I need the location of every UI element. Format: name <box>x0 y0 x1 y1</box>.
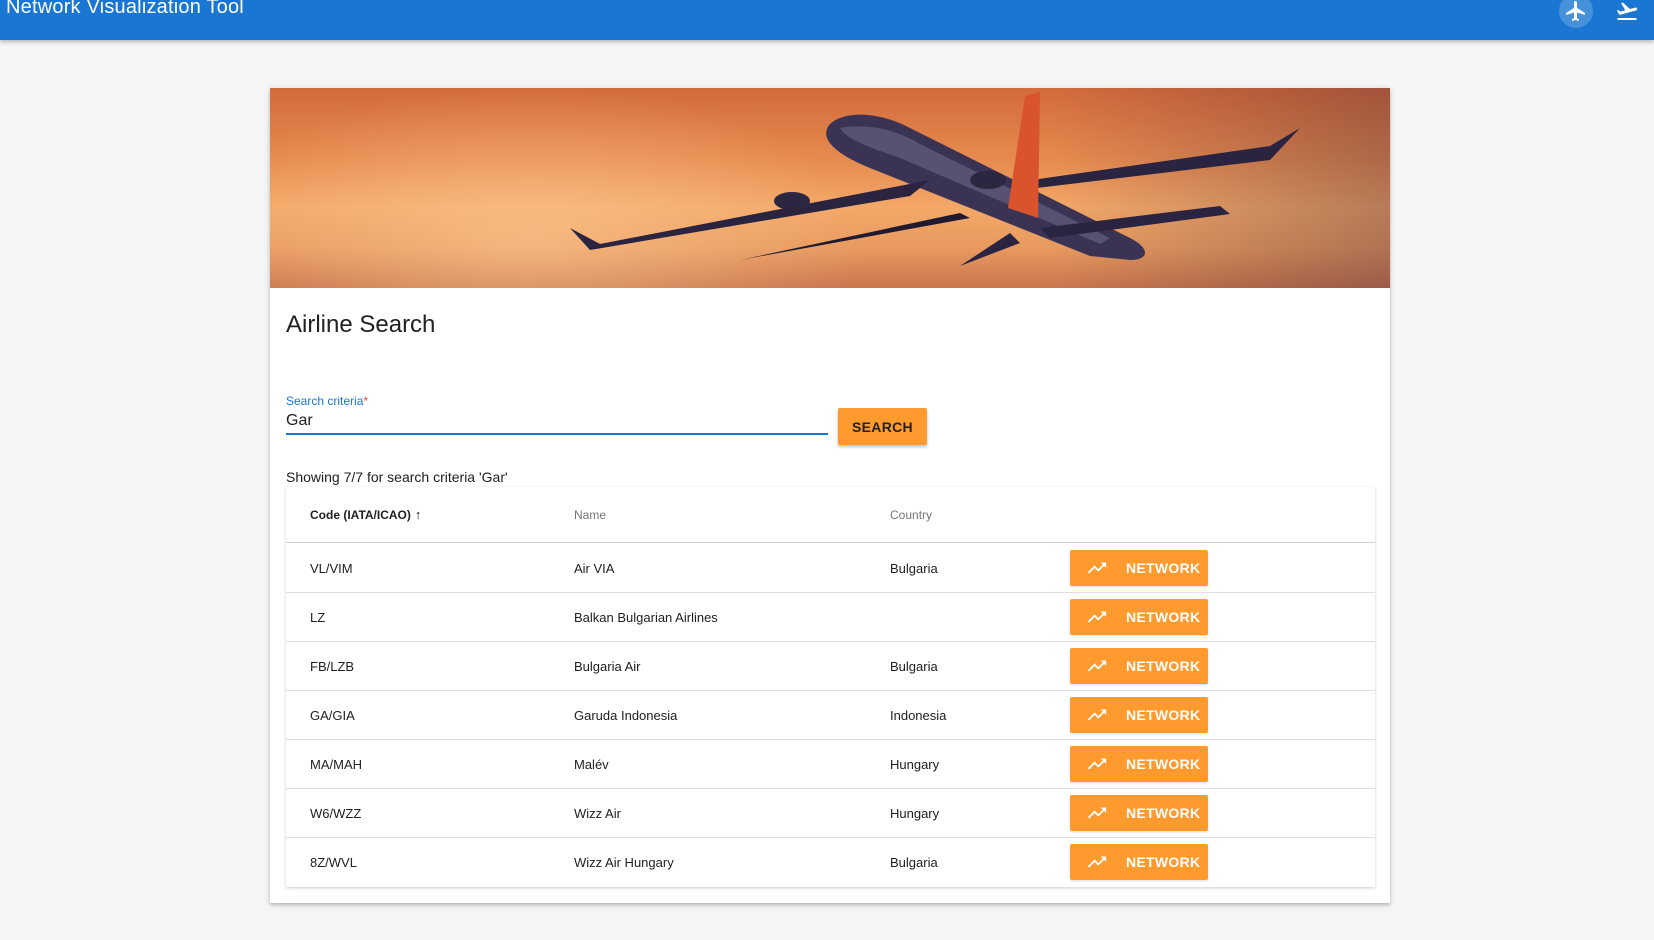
network-button-label: NETWORK <box>1126 609 1201 625</box>
network-button[interactable]: NETWORK <box>1070 746 1208 782</box>
cell-name: Balkan Bulgarian Airlines <box>574 610 718 625</box>
cell-country: Hungary <box>890 806 940 821</box>
column-header-code[interactable]: Code (IATA/ICAO) ↑ <box>310 508 421 522</box>
table-row: 8Z/WVL Wizz Air Hungary Bulgaria NETWORK <box>286 838 1375 887</box>
cell-country: Bulgaria <box>890 659 938 674</box>
search-button[interactable]: SEARCH <box>838 408 927 445</box>
network-button[interactable]: NETWORK <box>1070 550 1208 586</box>
network-button[interactable]: NETWORK <box>1070 844 1208 880</box>
hero-banner <box>270 88 1390 288</box>
cell-name: Air VIA <box>574 561 615 576</box>
results-summary: Showing 7/7 for search criteria 'Gar' <box>286 469 508 485</box>
cell-code: VL/VIM <box>310 561 353 576</box>
trending-up-icon <box>1086 752 1110 776</box>
cell-country: Bulgaria <box>890 561 938 576</box>
table-row: LZ Balkan Bulgarian Airlines NETWORK <box>286 593 1375 642</box>
cell-code: LZ <box>310 610 326 625</box>
trending-up-icon <box>1086 605 1110 629</box>
trending-up-icon <box>1086 703 1110 727</box>
network-button-label: NETWORK <box>1126 707 1201 723</box>
network-button[interactable]: NETWORK <box>1070 795 1208 831</box>
cell-name: Malév <box>574 757 609 772</box>
search-criteria-field[interactable]: Search criteria* <box>286 394 828 436</box>
column-header-code-label: Code (IATA/ICAO) <box>310 508 411 522</box>
network-button-label: NETWORK <box>1126 854 1201 870</box>
app-toolbar: Network Visualization Tool <box>0 0 1654 40</box>
table-row: GA/GIA Garuda Indonesia Indonesia NETWOR… <box>286 691 1375 740</box>
search-input[interactable] <box>286 409 828 435</box>
cell-name: Bulgaria Air <box>574 659 641 674</box>
cell-code: MA/MAH <box>310 757 362 772</box>
table-row: W6/WZZ Wizz Air Hungary NETWORK <box>286 789 1375 838</box>
required-mark: * <box>363 394 369 408</box>
table-header: Code (IATA/ICAO) ↑ Name Country <box>286 487 1375 543</box>
flight-icon[interactable] <box>1559 0 1593 28</box>
airline-search-card: Airline Search Search criteria* SEARCH S… <box>270 88 1390 903</box>
cell-code: FB/LZB <box>310 659 355 674</box>
network-button[interactable]: NETWORK <box>1070 648 1208 684</box>
airplane-image <box>570 92 1300 266</box>
cell-code: W6/WZZ <box>310 806 362 821</box>
network-button-label: NETWORK <box>1126 658 1201 674</box>
cell-code: 8Z/WVL <box>310 855 357 870</box>
cell-code: GA/GIA <box>310 708 355 723</box>
table-row: MA/MAH Malév Hungary NETWORK <box>286 740 1375 789</box>
app-title: Network Visualization Tool <box>6 0 244 18</box>
network-button-label: NETWORK <box>1126 756 1201 772</box>
column-header-name[interactable]: Name <box>574 508 606 522</box>
column-header-country[interactable]: Country <box>890 508 932 522</box>
airline-table: Code (IATA/ICAO) ↑ Name Country VL/VIM A… <box>286 487 1375 887</box>
search-criteria-label: Search criteria* <box>286 394 369 408</box>
network-button[interactable]: NETWORK <box>1070 697 1208 733</box>
network-button-label: NETWORK <box>1126 560 1201 576</box>
network-button-label: NETWORK <box>1126 805 1201 821</box>
network-button[interactable]: NETWORK <box>1070 599 1208 635</box>
trending-up-icon <box>1086 654 1110 678</box>
cell-name: Wizz Air <box>574 806 621 821</box>
cell-country: Hungary <box>890 757 940 772</box>
cell-name: Garuda Indonesia <box>574 708 678 723</box>
trending-up-icon <box>1086 850 1110 874</box>
trending-up-icon <box>1086 556 1110 580</box>
flight-takeoff-icon[interactable] <box>1610 0 1644 28</box>
sort-arrow-icon[interactable]: ↑ <box>415 508 422 521</box>
cell-name: Wizz Air Hungary <box>574 855 674 870</box>
table-row: FB/LZB Bulgaria Air Bulgaria NETWORK <box>286 642 1375 691</box>
cell-country: Bulgaria <box>890 855 938 870</box>
trending-up-icon <box>1086 801 1110 825</box>
cell-country: Indonesia <box>890 708 947 723</box>
page-title: Airline Search <box>286 311 436 338</box>
table-row: VL/VIM Air VIA Bulgaria NETWORK <box>286 544 1375 593</box>
